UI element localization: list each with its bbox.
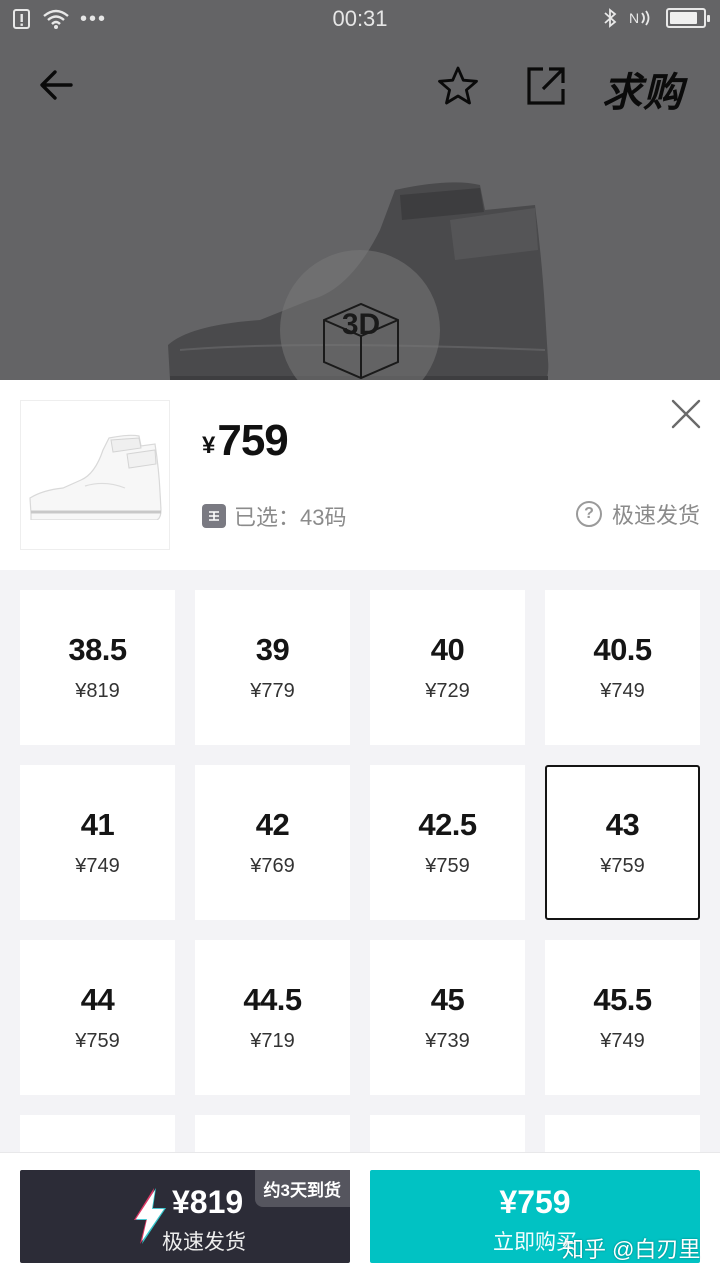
product-hero-overlay[interactable]: ••• 00:31 N 求购 3D xyxy=(0,0,720,380)
size-option-40.5[interactable]: 40.5 ¥749 xyxy=(545,590,700,745)
star-outline-icon xyxy=(438,66,478,105)
size-sheet-header: ¥ 759 已选：43码 ? 极速发货 xyxy=(0,380,720,570)
size-option[interactable] xyxy=(370,1115,525,1152)
size-option[interactable] xyxy=(195,1115,350,1152)
size-option-41[interactable]: 41 ¥749 xyxy=(20,765,175,920)
status-bar: ••• 00:31 N xyxy=(0,0,720,38)
size-price: ¥819 xyxy=(75,680,120,702)
size-option-44[interactable]: 44 ¥759 xyxy=(20,940,175,1095)
back-button[interactable] xyxy=(34,62,80,108)
arrow-left-icon xyxy=(40,70,73,100)
size-label: 45 xyxy=(430,982,465,1017)
nfc-icon: N xyxy=(629,10,650,26)
size-label: 41 xyxy=(80,807,115,842)
size-label: 38.5 xyxy=(68,632,127,667)
fast-ship-buy-button[interactable]: 约3天到货 ¥819 极速发货 xyxy=(20,1170,350,1263)
size-price: ¥779 xyxy=(250,680,295,702)
fast-ship-price: ¥819 xyxy=(172,1184,244,1220)
watermark: 知乎 @白刃里 xyxy=(562,1237,701,1262)
size-price: ¥749 xyxy=(600,1030,645,1052)
size-label: 44.5 xyxy=(243,982,302,1017)
size-label: 44 xyxy=(80,982,115,1017)
fast-ship-info[interactable]: ? 极速发货 xyxy=(575,498,700,530)
size-price: ¥759 xyxy=(600,855,645,877)
selected-size-info: 已选：43码 xyxy=(202,500,346,532)
size-chart-icon xyxy=(202,504,226,528)
size-label: 43 xyxy=(605,807,640,842)
size-price: ¥749 xyxy=(600,680,645,702)
buy-now-price: ¥759 xyxy=(499,1184,571,1220)
size-label: 42.5 xyxy=(418,807,477,842)
size-option-39[interactable]: 39 ¥779 xyxy=(195,590,350,745)
size-option-43[interactable]: 43 ¥759 xyxy=(545,765,700,920)
size-option[interactable] xyxy=(20,1115,175,1152)
price-currency: ¥ xyxy=(202,432,216,459)
battery-icon xyxy=(666,8,710,28)
size-label: 45.5 xyxy=(593,982,652,1017)
3d-view-button[interactable]: 3D xyxy=(316,292,406,380)
fast-ship-text: 极速发货 xyxy=(611,503,700,528)
size-option-38.5[interactable]: 38.5 ¥819 xyxy=(20,590,175,745)
size-option-45.5[interactable]: 45.5 ¥749 xyxy=(545,940,700,1095)
favorite-button[interactable] xyxy=(434,62,482,110)
share-external-icon xyxy=(527,67,565,105)
selected-size-text: 已选：43码 xyxy=(234,505,347,530)
nav-bar: 求购 xyxy=(0,50,720,120)
question-mark-icon[interactable]: ? xyxy=(575,501,602,527)
size-label: 39 xyxy=(255,632,290,667)
size-price: ¥749 xyxy=(75,855,120,877)
size-grid: 38.5 ¥819 39 ¥779 40 ¥729 40.5 ¥749 41 ¥749 42 ¥769… xyxy=(20,590,700,1152)
fast-ship-label: 极速发货 xyxy=(162,1231,246,1254)
size-option-40[interactable]: 40 ¥729 xyxy=(370,590,525,745)
share-button[interactable] xyxy=(522,62,570,110)
size-price: ¥759 xyxy=(425,855,470,877)
3d-label: 3D xyxy=(342,308,380,341)
status-right: N xyxy=(602,7,710,29)
size-label: 42 xyxy=(255,807,290,842)
svg-text:N: N xyxy=(629,10,639,26)
size-label: 40 xyxy=(430,632,465,667)
delivery-eta-badge: 约3天到货 xyxy=(254,1170,350,1207)
size-option-45[interactable]: 45 ¥739 xyxy=(370,940,525,1095)
want-to-buy-button[interactable]: 求购 xyxy=(602,60,684,118)
bluetooth-icon xyxy=(604,8,617,28)
size-option-42[interactable]: 42 ¥769 xyxy=(195,765,350,920)
product-thumbnail xyxy=(20,400,170,550)
size-option-42.5[interactable]: 42.5 ¥759 xyxy=(370,765,525,920)
size-option[interactable] xyxy=(545,1115,700,1152)
size-price: ¥729 xyxy=(425,680,470,702)
size-price: ¥769 xyxy=(250,855,295,877)
size-price: ¥719 xyxy=(250,1030,295,1052)
size-price: ¥739 xyxy=(425,1030,470,1052)
battery-level xyxy=(670,12,698,24)
size-label: 40.5 xyxy=(593,632,652,667)
size-option-44.5[interactable]: 44.5 ¥719 xyxy=(195,940,350,1095)
selected-price: ¥ 759 xyxy=(202,416,289,466)
price-value: 759 xyxy=(217,416,288,465)
size-price: ¥759 xyxy=(75,1030,120,1052)
close-icon[interactable] xyxy=(668,396,704,432)
sneaker-thumbnail-icon xyxy=(29,434,162,520)
